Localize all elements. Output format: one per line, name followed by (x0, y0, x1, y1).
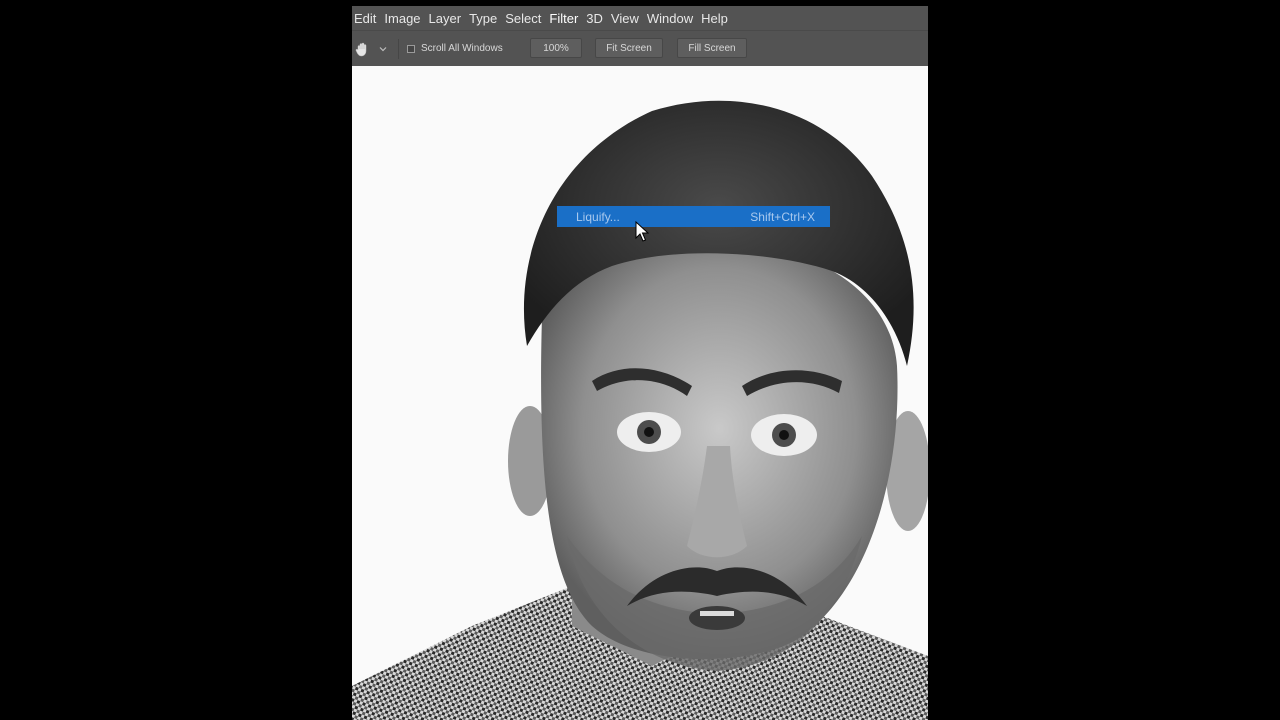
hand-icon[interactable] (353, 40, 371, 58)
mouse-pointer-icon (635, 221, 649, 242)
menu-window[interactable]: Window (647, 11, 701, 26)
chevron-down-icon[interactable] (378, 44, 388, 54)
scroll-all-windows-label: Scroll All Windows (421, 43, 503, 54)
liquify-shortcut: Shift+Ctrl+X (750, 209, 815, 224)
scroll-all-windows-option[interactable]: Scroll All Windows (407, 43, 503, 54)
options-divider (398, 38, 399, 59)
liquify-label: Liquify... (576, 209, 620, 224)
menu-bar: Edit Image Layer Type Select Filter 3D V… (352, 6, 928, 30)
menu-3d[interactable]: 3D (586, 11, 611, 26)
menu-image[interactable]: Image (384, 11, 428, 26)
scroll-all-windows-checkbox[interactable] (407, 44, 415, 53)
menu-select[interactable]: Select (505, 11, 549, 26)
document-canvas[interactable]: Liquify... Shift+Ctrl+X (352, 66, 928, 720)
menu-layer[interactable]: Layer (429, 11, 470, 26)
menu-help[interactable]: Help (701, 11, 736, 26)
menu-type[interactable]: Type (469, 11, 505, 26)
zoom-100-button[interactable]: 100% (530, 38, 582, 58)
menu-edit[interactable]: Edit (352, 11, 384, 26)
menu-view[interactable]: View (611, 11, 647, 26)
filter-menu-liquify-item[interactable]: Liquify... Shift+Ctrl+X (557, 206, 830, 227)
portrait-photo (352, 66, 928, 720)
fit-screen-button[interactable]: Fit Screen (595, 38, 663, 58)
menu-filter[interactable]: Filter (549, 11, 586, 26)
fill-screen-button[interactable]: Fill Screen (677, 38, 747, 58)
photoshop-window: Edit Image Layer Type Select Filter 3D V… (352, 0, 928, 720)
